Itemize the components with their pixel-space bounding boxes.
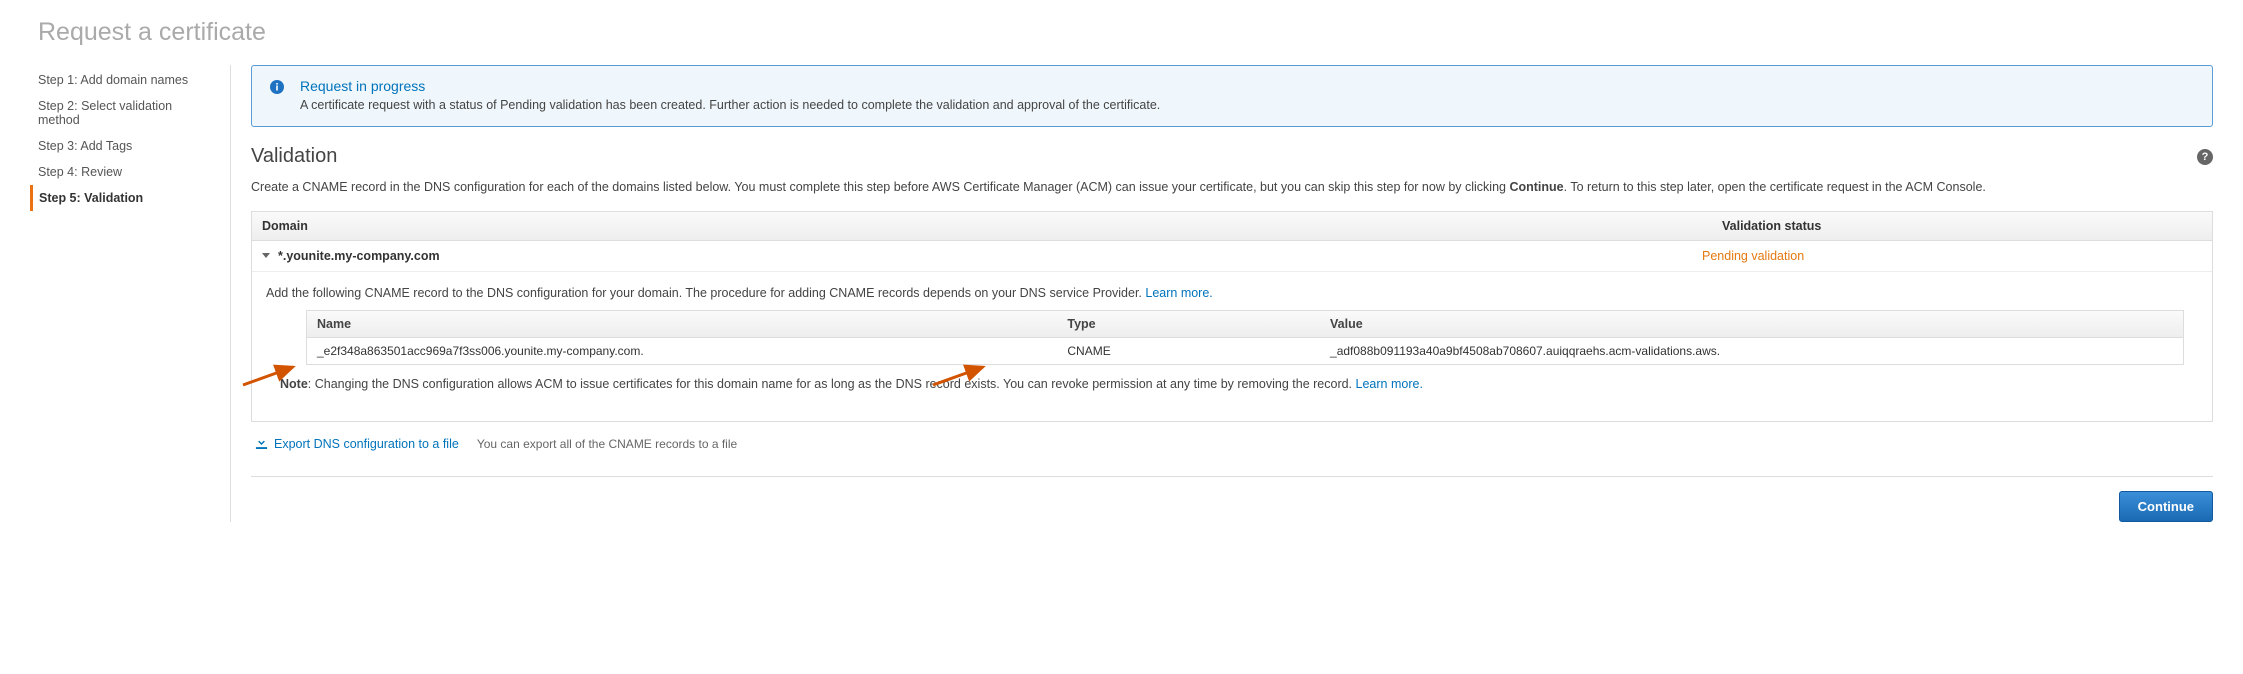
section-title: Validation bbox=[251, 145, 337, 168]
cname-table: Name Type Value _e2f348a863501acc969a7f3… bbox=[306, 310, 2184, 365]
export-dns-link[interactable]: Export DNS configuration to a file bbox=[255, 436, 459, 452]
intro-after: . To return to this step later, open the… bbox=[1564, 180, 1986, 194]
col-header-value: Value bbox=[1320, 311, 2183, 337]
notice-text: A certificate request with a status of P… bbox=[300, 98, 1160, 112]
learn-more-link-1[interactable]: Learn more. bbox=[1145, 286, 1212, 300]
export-link-label: Export DNS configuration to a file bbox=[274, 437, 459, 451]
col-header-status: Validation status bbox=[1712, 212, 2212, 240]
validation-status: Pending validation bbox=[1702, 249, 2202, 263]
sidebar-step-2[interactable]: Step 2: Select validation method bbox=[30, 93, 210, 133]
col-header-domain: Domain bbox=[252, 212, 1712, 240]
domain-row-detail: Add the following CNAME record to the DN… bbox=[252, 272, 2212, 421]
col-header-name: Name bbox=[307, 311, 1057, 337]
main-content: Request in progress A certificate reques… bbox=[251, 65, 2213, 522]
domain-row[interactable]: *.younite.my-company.com Pending validat… bbox=[252, 241, 2212, 272]
intro-before: Create a CNAME record in the DNS configu… bbox=[251, 180, 1509, 194]
sidebar-step-3[interactable]: Step 3: Add Tags bbox=[30, 133, 210, 159]
notice-title: Request in progress bbox=[300, 78, 1160, 94]
help-icon[interactable]: ? bbox=[2197, 149, 2213, 165]
cname-value: _adf088b091193a40a9bf4508ab708607.auiqqr… bbox=[1320, 338, 2183, 364]
sidebar-step-4[interactable]: Step 4: Review bbox=[30, 159, 210, 185]
learn-more-link-2[interactable]: Learn more. bbox=[1356, 377, 1423, 391]
domain-name: *.younite.my-company.com bbox=[278, 249, 1702, 263]
note-bold: Note bbox=[280, 377, 308, 391]
continue-button[interactable]: Continue bbox=[2119, 491, 2213, 522]
col-header-type: Type bbox=[1057, 311, 1320, 337]
sidebar-step-1[interactable]: Step 1: Add domain names bbox=[30, 67, 210, 93]
cname-row: _e2f348a863501acc969a7f3ss006.younite.my… bbox=[307, 338, 2183, 364]
panel-header: Domain Validation status bbox=[252, 212, 2212, 241]
intro-bold: Continue bbox=[1509, 180, 1563, 194]
domains-panel: Domain Validation status *.younite.my-co… bbox=[251, 211, 2213, 422]
section-intro: Create a CNAME record in the DNS configu… bbox=[251, 178, 2213, 197]
chevron-down-icon bbox=[262, 253, 270, 258]
cname-type: CNAME bbox=[1057, 338, 1320, 364]
detail-text: Add the following CNAME record to the DN… bbox=[266, 286, 1145, 300]
sidebar-step-5[interactable]: Step 5: Validation bbox=[30, 185, 210, 211]
download-icon bbox=[255, 436, 268, 452]
export-hint: You can export all of the CNAME records … bbox=[477, 437, 737, 451]
cname-name: _e2f348a863501acc969a7f3ss006.younite.my… bbox=[307, 338, 1057, 364]
note-text: : Changing the DNS configuration allows … bbox=[308, 377, 1356, 391]
info-icon bbox=[268, 78, 286, 96]
wizard-sidebar: Step 1: Add domain names Step 2: Select … bbox=[30, 65, 210, 522]
page-title: Request a certificate bbox=[38, 18, 2213, 47]
vertical-divider bbox=[230, 65, 231, 522]
info-notice: Request in progress A certificate reques… bbox=[251, 65, 2213, 127]
